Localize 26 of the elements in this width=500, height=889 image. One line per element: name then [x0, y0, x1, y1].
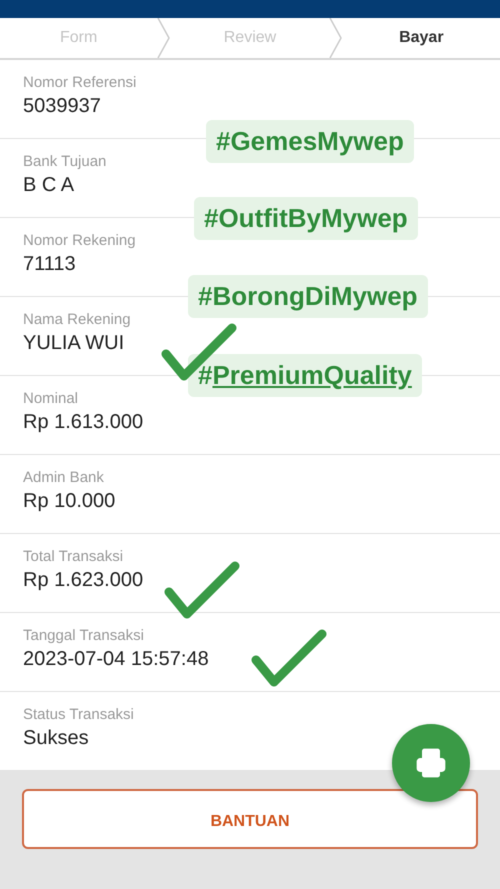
field-label: Bank Tujuan: [23, 153, 106, 170]
field-value: 71113: [23, 253, 76, 276]
hashtag-sticker: #OutfitByMywep: [194, 197, 418, 240]
field-value: Rp 10.000: [23, 490, 116, 513]
hashtag-sticker: #PremiumQuality: [188, 354, 422, 397]
field-label: Nomor Referensi: [23, 74, 136, 91]
field-label: Nama Rekening: [23, 311, 131, 328]
print-button[interactable]: [392, 724, 470, 802]
field-value: Rp 1.613.000: [23, 411, 144, 434]
field-value: 2023-07-04 15:57:48: [23, 648, 209, 671]
hashtag-sticker: #BorongDiMywep: [188, 275, 428, 318]
help-button[interactable]: BANTUAN: [22, 789, 478, 849]
field-label: Tanggal Transaksi: [23, 627, 144, 644]
field-value: 5039937: [23, 95, 101, 118]
field-value: B C A: [23, 174, 74, 197]
hashtag-sticker: #GemesMywep: [206, 120, 414, 163]
field-value: Sukses: [23, 727, 89, 750]
field-label: Status Transaksi: [23, 706, 134, 723]
field-label: Total Transaksi: [23, 548, 124, 565]
field-label: Nomor Rekening: [23, 232, 136, 249]
printer-icon: [415, 747, 447, 779]
field-value: YULIA WUI: [23, 332, 124, 355]
field-value: Rp 1.623.000: [23, 569, 144, 592]
field-label: Admin Bank: [23, 469, 104, 486]
step-tab[interactable]: Bayar: [342, 18, 500, 58]
field-label: Nominal: [23, 390, 78, 407]
